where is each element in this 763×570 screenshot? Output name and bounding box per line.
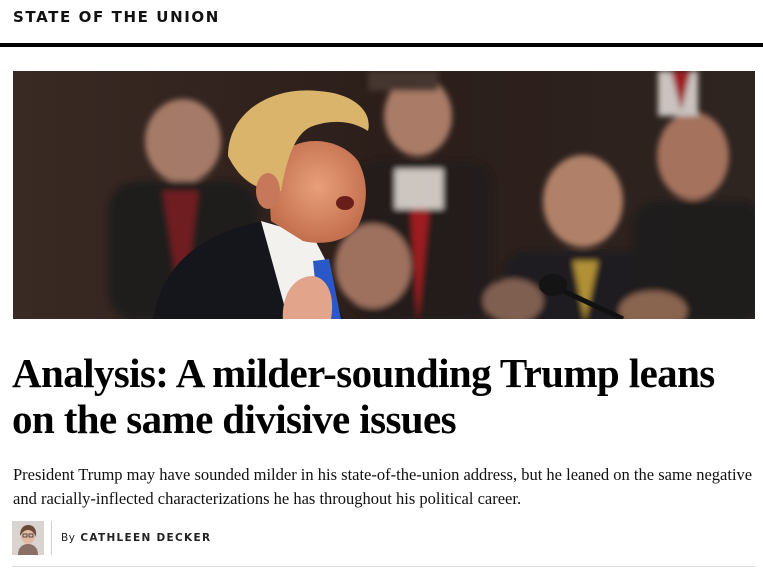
byline-divider (51, 521, 52, 555)
header-rule (0, 43, 763, 47)
bottom-divider (12, 566, 755, 567)
section-label[interactable]: STATE OF THE UNION (13, 8, 220, 26)
hero-photo-illustration (13, 71, 755, 319)
author-name[interactable]: CATHLEEN DECKER (80, 532, 211, 544)
byline-text: By CATHLEEN DECKER (61, 532, 211, 544)
headline[interactable]: Analysis: A milder-sounding Trump leans … (12, 350, 752, 442)
article-summary: President Trump may have sounded milder … (13, 465, 753, 508)
author-avatar[interactable] (12, 521, 44, 555)
byline: By CATHLEEN DECKER (12, 521, 211, 555)
hero-photo[interactable] (13, 71, 755, 319)
byline-prefix: By (61, 532, 76, 544)
